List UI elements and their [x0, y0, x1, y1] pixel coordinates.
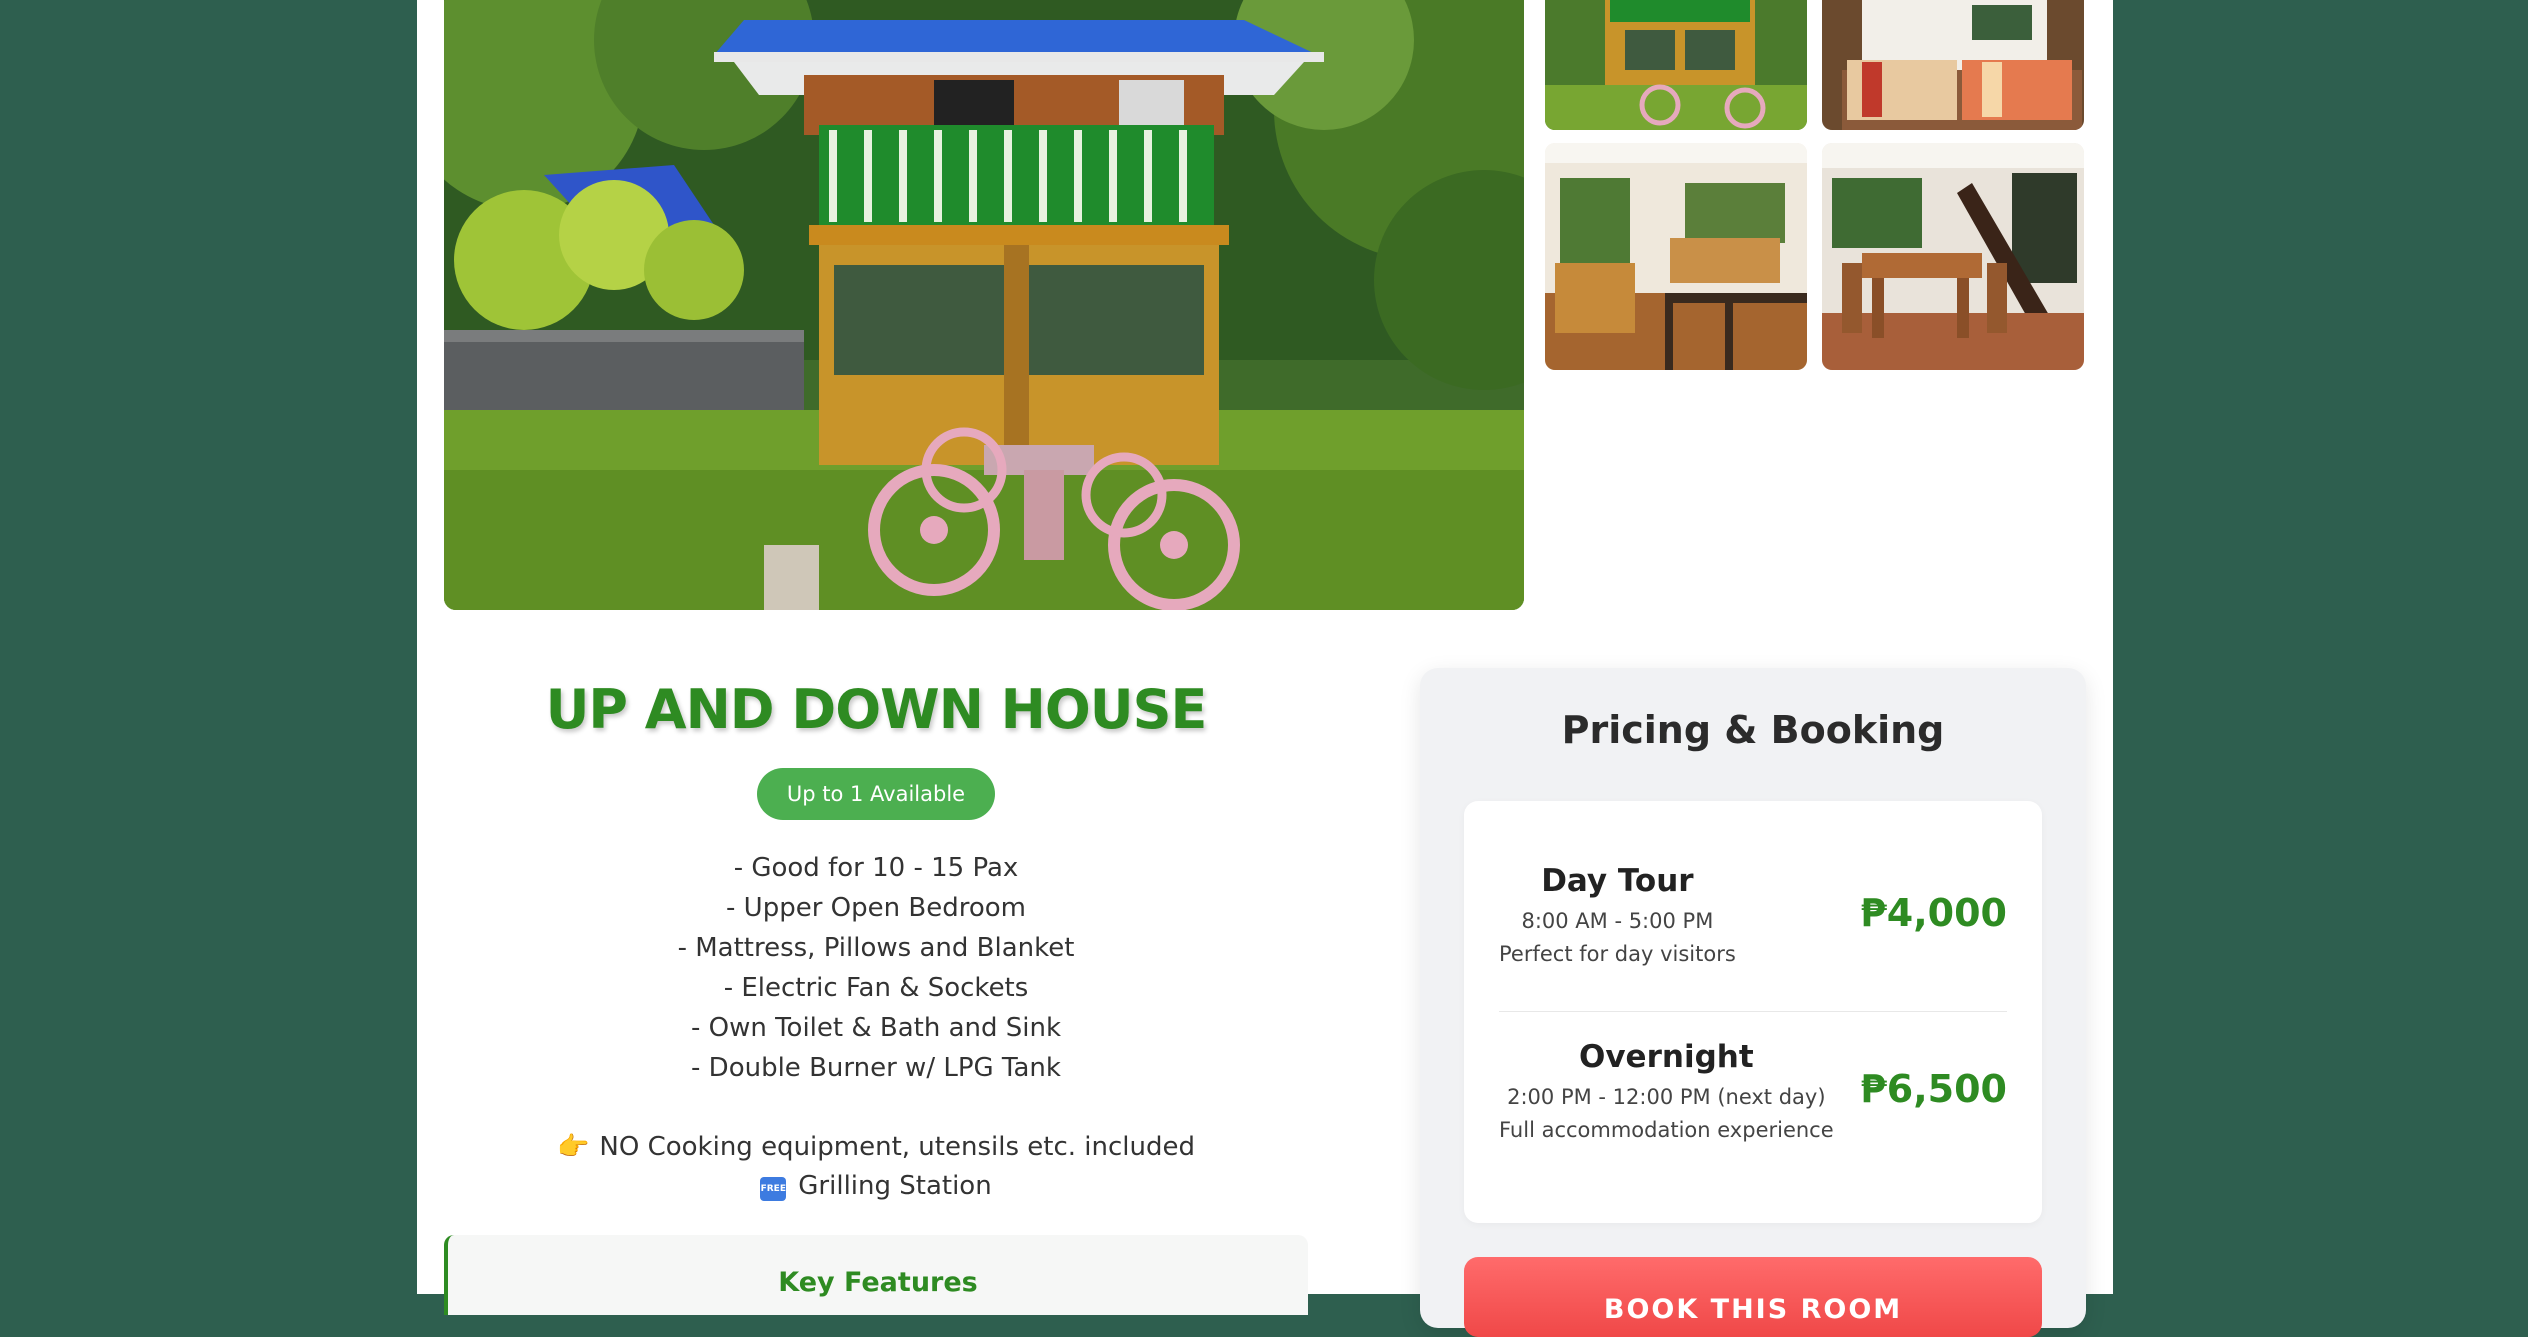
- availability-badge: Up to 1 Available: [756, 768, 996, 820]
- thumbnail-living-room[interactable]: [1545, 143, 1807, 370]
- key-features-section: Key Features: [444, 1235, 1308, 1315]
- rate-price: ₱4,000: [1860, 891, 2007, 935]
- book-room-button[interactable]: BOOK THIS ROOM: [1464, 1257, 2042, 1337]
- feature-item: - Electric Fan & Sockets: [723, 973, 1029, 1003]
- rate-name: Day Tour: [1541, 863, 1694, 899]
- price-card: Day Tour 8:00 AM - 5:00 PM Perfect for d…: [1464, 801, 2042, 1223]
- room-details: UP AND DOWN HOUSE Up to 1 Available - Go…: [444, 660, 1308, 1206]
- rate-divider: [1499, 1011, 2007, 1012]
- rate-description: Perfect for day visitors: [1499, 942, 1736, 966]
- bedroom-thumb-illustration: [1822, 0, 2084, 130]
- pricing-booking-panel: Pricing & Booking Day Tour 8:00 AM - 5:0…: [1420, 668, 2086, 1337]
- rate-price: ₱6,500: [1860, 1067, 2007, 1111]
- note-no-cooking-equipment: 👉 NO Cooking equipment, utensils etc. inc…: [444, 1128, 1308, 1167]
- feature-item: - Good for 10 - 15 Pax: [733, 853, 1019, 883]
- rate-time: 8:00 AM - 5:00 PM: [1521, 909, 1714, 933]
- rate-name: Overnight: [1579, 1039, 1754, 1075]
- feature-item: - Upper Open Bedroom: [726, 893, 1026, 923]
- key-features-heading: Key Features: [778, 1267, 978, 1298]
- room-notes: 👉 NO Cooking equipment, utensils etc. inc…: [444, 1128, 1308, 1206]
- rate-description: Full accommodation experience: [1499, 1118, 1834, 1142]
- exterior-thumb-illustration: [1545, 0, 1807, 130]
- free-badge-icon: FREE: [760, 1177, 787, 1201]
- feature-item: - Mattress, Pillows and Blanket: [677, 933, 1075, 963]
- dining-room-thumb-illustration: [1822, 143, 2084, 370]
- feature-item: - Own Toilet & Bath and Sink: [690, 1013, 1062, 1043]
- thumbnail-bedroom[interactable]: [1822, 0, 2084, 130]
- house-exterior-illustration: [444, 0, 1524, 610]
- note-grilling-station: FREE Grilling Station: [444, 1167, 1308, 1206]
- thumbnail-exterior[interactable]: [1545, 0, 1807, 130]
- pricing-title: Pricing & Booking: [1561, 708, 1945, 752]
- room-detail-page: UP AND DOWN HOUSE Up to 1 Available - Go…: [417, 0, 2113, 1337]
- thumbnail-dining-room[interactable]: [1822, 143, 2084, 370]
- note-text: NO Cooking equipment, utensils etc. incl…: [599, 1132, 1195, 1162]
- main-room-photo[interactable]: [444, 0, 1524, 610]
- room-features-list: - Good for 10 - 15 Pax - Upper Open Bedr…: [444, 848, 1308, 1088]
- living-room-thumb-illustration: [1545, 143, 1807, 370]
- note-text: Grilling Station: [798, 1171, 992, 1201]
- feature-item: - Double Burner w/ LPG Tank: [691, 1053, 1061, 1083]
- room-title: UP AND DOWN HOUSE: [545, 678, 1208, 741]
- rate-time: 2:00 PM - 12:00 PM (next day): [1507, 1085, 1826, 1109]
- rate-info: Day Tour 8:00 AM - 5:00 PM Perfect for d…: [1499, 861, 1736, 971]
- pointing-hand-icon: 👉: [557, 1132, 590, 1162]
- rate-info: Overnight 2:00 PM - 12:00 PM (next day) …: [1499, 1037, 1834, 1147]
